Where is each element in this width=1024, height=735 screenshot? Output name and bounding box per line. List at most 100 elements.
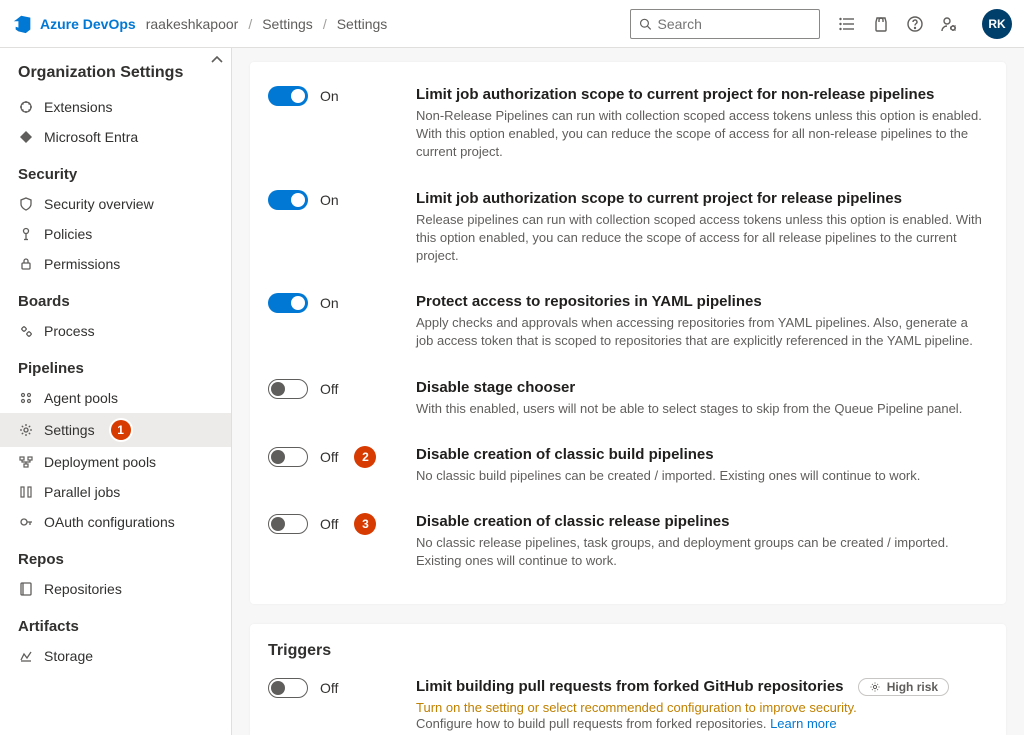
gear-icon <box>18 422 34 438</box>
search-icon <box>639 17 652 31</box>
toggle-state: Off <box>320 516 338 532</box>
toggle-state: Off <box>320 381 338 397</box>
setting-description: Release pipelines can run with collectio… <box>416 211 988 266</box>
search-box[interactable] <box>630 9 820 39</box>
setting-title: Limit job authorization scope to current… <box>416 86 988 103</box>
setting-description: Configure how to build pull requests fro… <box>416 715 988 733</box>
sidebar-item-deployment-pools[interactable]: Deployment pools <box>0 447 231 477</box>
setting-title: Disable creation of classic release pipe… <box>416 513 988 530</box>
avatar[interactable]: RK <box>982 9 1012 39</box>
toggle-switch[interactable] <box>268 293 308 313</box>
sidebar-item-label: Permissions <box>44 256 120 272</box>
toggle-state: On <box>320 295 339 311</box>
sidebar-item-label: Settings <box>44 422 95 438</box>
setting-description: With this enabled, users will not be abl… <box>416 400 988 418</box>
pencil-icon <box>18 226 34 242</box>
azure-devops-logo-icon <box>12 13 34 35</box>
setting-row: Off 3 Disable creation of classic releas… <box>268 499 988 584</box>
setting-row: On Protect access to repositories in YAM… <box>268 279 988 364</box>
deploy-icon <box>18 454 34 470</box>
setting-title: Protect access to repositories in YAML p… <box>416 293 988 310</box>
breadcrumb-item[interactable]: raakeshkapoor <box>146 16 239 32</box>
sidebar-group-artifacts: Artifacts <box>0 604 231 641</box>
setting-title: Limit building pull requests from forked… <box>416 678 988 696</box>
product-name: Azure DevOps <box>40 16 136 32</box>
setting-row: On Limit job authorization scope to curr… <box>268 176 988 280</box>
setting-title: Disable stage chooser <box>416 379 988 396</box>
repo-icon <box>18 581 34 597</box>
setting-row: Off 2 Disable creation of classic build … <box>268 432 988 499</box>
sidebar-item-microsoft-entra[interactable]: Microsoft Entra <box>0 122 231 152</box>
toggle-switch[interactable] <box>268 678 308 698</box>
sidebar-item-security-overview[interactable]: Security overview <box>0 189 231 219</box>
parallel-icon <box>18 484 34 500</box>
sidebar-item-agent-pools[interactable]: Agent pools <box>0 383 231 413</box>
risk-pill: High risk <box>858 678 949 696</box>
sidebar-group-security: Security <box>0 152 231 189</box>
toggle-switch[interactable] <box>268 514 308 534</box>
sidebar-item-repositories[interactable]: Repositories <box>0 574 231 604</box>
sidebar-item-policies[interactable]: Policies <box>0 219 231 249</box>
breadcrumb-item[interactable]: Settings <box>262 16 313 32</box>
setting-description: No classic build pipelines can be create… <box>416 467 988 485</box>
toggle-switch[interactable] <box>268 379 308 399</box>
user-settings-icon[interactable] <box>940 15 958 33</box>
storage-icon <box>18 648 34 664</box>
sidebar-item-label: Storage <box>44 648 93 664</box>
setting-description: Non-Release Pipelines can run with colle… <box>416 107 988 162</box>
setting-title: Disable creation of classic build pipeli… <box>416 446 988 463</box>
sidebar-item-settings[interactable]: Settings 1 <box>0 413 231 447</box>
sidebar-item-label: Parallel jobs <box>44 484 120 500</box>
list-icon[interactable] <box>838 15 856 33</box>
breadcrumb-separator: / <box>323 16 327 32</box>
sidebar-group-boards: Boards <box>0 279 231 316</box>
search-input[interactable] <box>658 16 812 32</box>
setting-row: Off Limit building pull requests from fo… <box>268 664 988 735</box>
annotation-badge: 2 <box>354 446 376 468</box>
setting-row: On Limit job authorization scope to curr… <box>268 72 988 176</box>
sidebar-item-label: Repositories <box>44 581 122 597</box>
breadcrumb: raakeshkapoor / Settings / Settings <box>146 16 388 32</box>
sidebar-item-permissions[interactable]: Permissions <box>0 249 231 279</box>
annotation-badge: 1 <box>111 420 131 440</box>
sidebar-item-label: Microsoft Entra <box>44 129 138 145</box>
lock-icon <box>18 256 34 272</box>
setting-title: Limit job authorization scope to current… <box>416 190 988 207</box>
breadcrumb-item[interactable]: Settings <box>337 16 388 32</box>
help-icon[interactable] <box>906 15 924 33</box>
toggle-state: Off <box>320 449 338 465</box>
sidebar-item-parallel-jobs[interactable]: Parallel jobs <box>0 477 231 507</box>
sidebar-title: Organization Settings <box>0 48 231 92</box>
setting-warning: Turn on the setting or select recommende… <box>416 700 988 715</box>
sidebar-item-label: Agent pools <box>44 390 118 406</box>
sidebar: Organization Settings Extensions Microso… <box>0 48 232 735</box>
toggle-state: Off <box>320 680 338 696</box>
triggers-card: Triggers Off Limit building pull request… <box>250 624 1006 735</box>
toggle-switch[interactable] <box>268 86 308 106</box>
shield-icon <box>18 196 34 212</box>
toggle-switch[interactable] <box>268 190 308 210</box>
chevron-up-icon[interactable] <box>209 52 225 68</box>
triggers-heading: Triggers <box>268 634 988 664</box>
diamond-icon <box>18 129 34 145</box>
sidebar-group-pipelines: Pipelines <box>0 346 231 383</box>
sidebar-item-process[interactable]: Process <box>0 316 231 346</box>
learn-more-link[interactable]: Learn more <box>770 716 836 731</box>
setting-description: Apply checks and approvals when accessin… <box>416 314 988 350</box>
toggle-switch[interactable] <box>268 447 308 467</box>
top-header: Azure DevOps raakeshkapoor / Settings / … <box>0 0 1024 48</box>
sidebar-item-extensions[interactable]: Extensions <box>0 92 231 122</box>
sidebar-item-label: Deployment pools <box>44 454 156 470</box>
setting-description: No classic release pipelines, task group… <box>416 534 988 570</box>
puzzle-icon <box>18 99 34 115</box>
settings-card: On Limit job authorization scope to curr… <box>250 62 1006 604</box>
product-home[interactable]: Azure DevOps <box>12 13 136 35</box>
toggle-state: On <box>320 88 339 104</box>
gear-icon <box>869 681 881 693</box>
sidebar-item-storage[interactable]: Storage <box>0 641 231 671</box>
marketplace-icon[interactable] <box>872 15 890 33</box>
sidebar-item-label: Extensions <box>44 99 112 115</box>
header-icon-bar: RK <box>838 9 1012 39</box>
sidebar-item-oauth-configurations[interactable]: OAuth configurations <box>0 507 231 537</box>
sidebar-item-label: Process <box>44 323 95 339</box>
